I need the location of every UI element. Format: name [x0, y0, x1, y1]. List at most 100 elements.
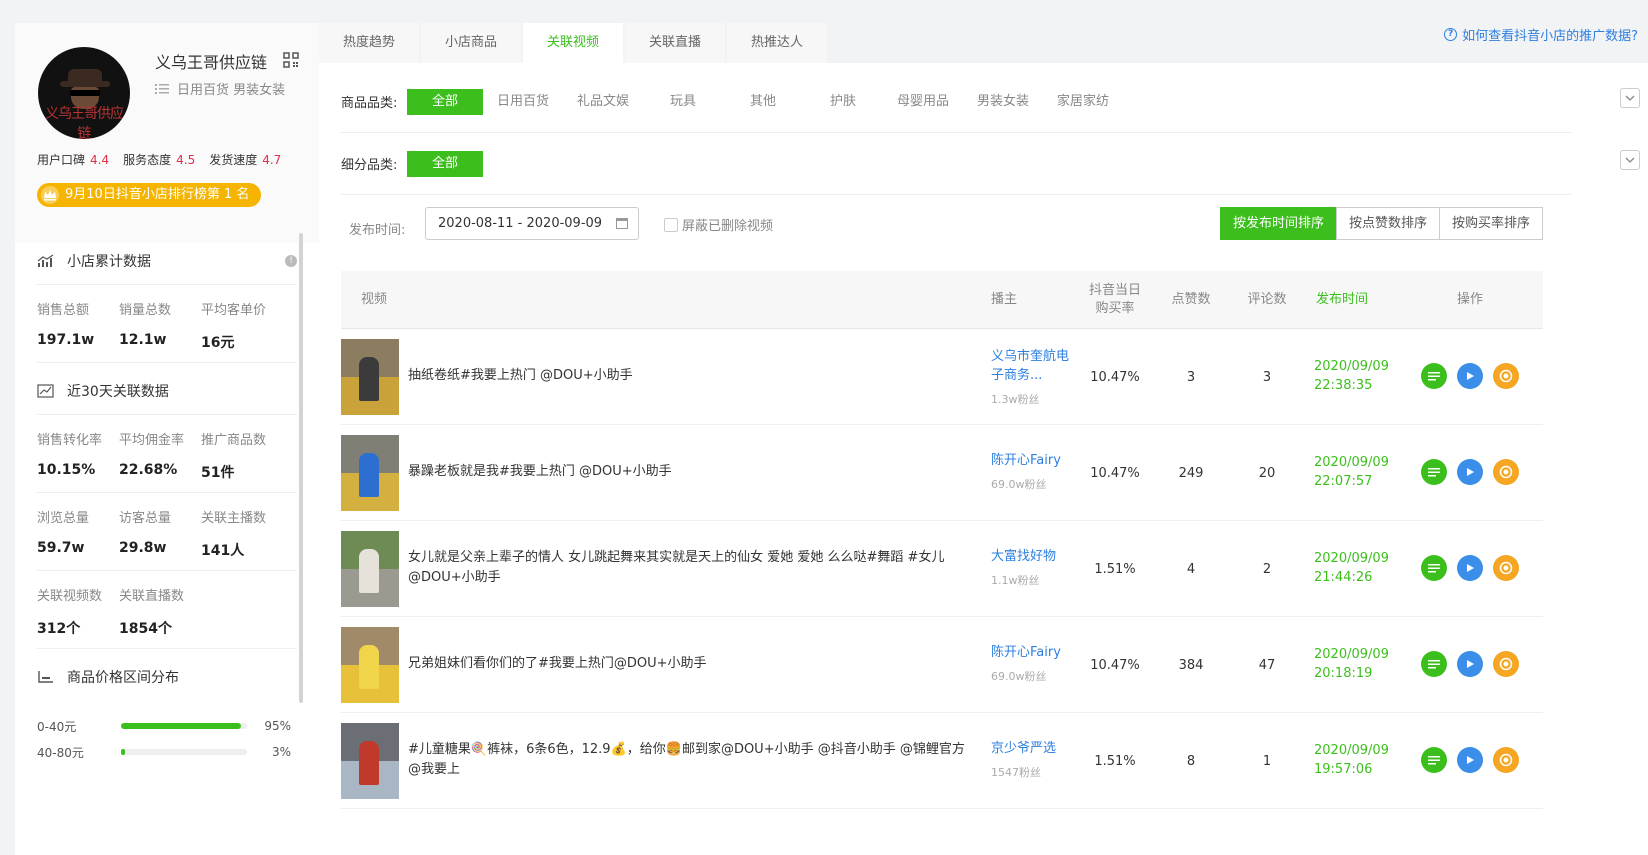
rank-badge[interactable]: 9月10日抖音小店排行榜第 1 名: [37, 183, 262, 207]
sort-buttons: 按发布时间排序 按点赞数排序 按购买率排序: [1219, 207, 1543, 240]
sort-by-likes-button[interactable]: 按点赞数排序: [1335, 207, 1440, 240]
target-button[interactable]: [1493, 747, 1519, 773]
buy-rate: 10.47%: [1090, 369, 1140, 385]
info-icon[interactable]: !: [285, 254, 297, 267]
main-content: 商品品类: 全部 日用百货 礼品文娱 玩具 其他 护肤 母婴用品 男装女装 家居…: [319, 63, 1648, 855]
play-button[interactable]: [1457, 363, 1483, 389]
detail-button[interactable]: [1421, 363, 1447, 389]
stat-cell: 访客总量 29.8w: [119, 511, 172, 556]
recent-stats-row: 关联视频数 312个 关联直播数 1854个: [37, 571, 297, 649]
list-icon: [1428, 756, 1440, 765]
category-filter-label: 商品品类:: [341, 96, 398, 111]
anchor-name[interactable]: 陈开心Fairy: [991, 643, 1081, 662]
video-title[interactable]: #儿童糖果🍭裤袜，6条6色，12.9💰，给你🍔邮到家@DOU+小助手 @抖音小助…: [408, 740, 968, 780]
video-thumbnail[interactable]: [341, 627, 399, 703]
table-row[interactable]: 抽纸卷纸#我要上热门 @DOU+小助手 义乌市奎航电子商务... 1.3w粉丝 1…: [341, 329, 1543, 425]
col-comments[interactable]: 评论数: [1237, 271, 1297, 329]
sort-by-buyrate-button[interactable]: 按购买率排序: [1438, 207, 1543, 240]
detail-button[interactable]: [1421, 651, 1447, 677]
like-count: 249: [1178, 465, 1204, 481]
video-title[interactable]: 暴躁老板就是我#我要上热门 @DOU+小助手: [408, 462, 968, 482]
category-chip[interactable]: 母婴用品: [883, 89, 963, 115]
video-thumbnail[interactable]: [341, 435, 399, 511]
anchor-info: 陈开心Fairy 69.0w粉丝: [991, 643, 1081, 684]
rating-item: 用户口碑 4.4: [37, 153, 110, 167]
table-row[interactable]: 暴躁老板就是我#我要上热门 @DOU+小助手 陈开心Fairy 69.0w粉丝 1…: [341, 425, 1543, 521]
target-button[interactable]: [1493, 459, 1519, 485]
tab-shop-products[interactable]: 小店商品: [421, 23, 521, 63]
category-chip[interactable]: 礼品文娱: [563, 89, 643, 115]
video-thumbnail[interactable]: [341, 723, 399, 799]
like-count: 8: [1186, 753, 1196, 769]
tab-hot-influencers[interactable]: 热推达人: [727, 23, 827, 63]
anchor-name[interactable]: 京少爷严选: [991, 739, 1081, 758]
publish-time: 2020/09/09 21:44:26: [1314, 551, 1389, 585]
col-publish-time[interactable]: 发布时间: [1307, 271, 1377, 329]
subcategory-chip[interactable]: 全部: [407, 150, 483, 177]
date-range-picker[interactable]: 2020-08-11 - 2020-09-09: [425, 207, 639, 240]
list-icon: [1428, 660, 1440, 669]
col-likes[interactable]: 点赞数: [1161, 271, 1221, 329]
category-chip[interactable]: 男装女装: [963, 89, 1043, 115]
anchor-name[interactable]: 义乌市奎航电子商务...: [991, 347, 1081, 385]
play-button[interactable]: [1457, 459, 1483, 485]
comment-count: 47: [1258, 657, 1276, 673]
target-button[interactable]: [1493, 363, 1519, 389]
list-icon: [1428, 564, 1440, 573]
time-filter-row: 发布时间: 2020-08-11 - 2020-09-09 屏蔽已删除视频 按发…: [341, 203, 1543, 253]
video-thumbnail[interactable]: [341, 339, 399, 415]
sort-by-time-button[interactable]: 按发布时间排序: [1219, 207, 1337, 240]
table-row[interactable]: 兄弟姐妹们看你们的了#我要上热门@DOU+小助手 陈开心Fairy 69.0w粉丝…: [341, 617, 1543, 713]
play-button[interactable]: [1457, 651, 1483, 677]
anchor-name[interactable]: 大富找好物: [991, 547, 1081, 566]
expand-category-button[interactable]: [1620, 88, 1640, 108]
detail-button[interactable]: [1421, 555, 1447, 581]
category-chip[interactable]: 护肤: [803, 89, 883, 115]
category-chip[interactable]: 其他: [723, 89, 803, 115]
hide-deleted-toggle[interactable]: 屏蔽已删除视频: [664, 215, 773, 234]
video-title[interactable]: 抽纸卷纸#我要上热门 @DOU+小助手: [408, 366, 968, 386]
price-bar: [121, 749, 247, 755]
stat-cell: 销售转化率 10.15%: [37, 433, 103, 478]
subcategory-filter-label: 细分品类:: [341, 158, 398, 173]
target-button[interactable]: [1493, 555, 1519, 581]
col-operations: 操作: [1456, 292, 1483, 307]
expand-subcategory-button[interactable]: [1620, 150, 1640, 170]
anchor-info: 京少爷严选 1547粉丝: [991, 739, 1081, 780]
row-actions: [1421, 363, 1519, 389]
anchor-name[interactable]: 陈开心Fairy: [991, 451, 1081, 470]
qrcode-icon[interactable]: [283, 52, 299, 68]
table-row[interactable]: #儿童糖果🍭裤袜，6条6色，12.9💰，给你🍔邮到家@DOU+小助手 @抖音小助…: [341, 713, 1543, 809]
col-buy-rate[interactable]: 抖音当日 购买率: [1081, 271, 1149, 329]
category-chip[interactable]: 日用百货: [483, 89, 563, 115]
play-button[interactable]: [1457, 747, 1483, 773]
checkbox[interactable]: [664, 217, 678, 232]
help-link[interactable]: ? 如何查看抖音小店的推广数据?: [1444, 25, 1638, 44]
shop-panel: 义乌王哥供应链 义乌王哥供应链 日用百货 男装女装 用户口碑 4.4 服务态度 4.…: [15, 23, 319, 855]
anchor-fans: 1.3w粉丝: [991, 393, 1040, 406]
table-row[interactable]: 女儿就是父亲上辈子的情人 女儿跳起舞来其实就是天上的仙女 爱她 爱她 么么哒#舞…: [341, 521, 1543, 617]
row-actions: [1421, 651, 1519, 677]
category-chip[interactable]: 玩具: [643, 89, 723, 115]
video-title[interactable]: 兄弟姐妹们看你们的了#我要上热门@DOU+小助手: [408, 654, 968, 674]
video-thumbnail[interactable]: [341, 531, 399, 607]
price-row: 0-40元 95%: [37, 719, 291, 734]
category-chip[interactable]: 家居家纺: [1043, 89, 1123, 115]
detail-button[interactable]: [1421, 459, 1447, 485]
tab-related-videos[interactable]: 关联视频: [523, 23, 623, 63]
publish-time: 2020/09/09 19:57:06: [1314, 743, 1389, 777]
target-icon: [1499, 465, 1513, 479]
play-button[interactable]: [1457, 555, 1483, 581]
stat-cell: 平均客单价 16元: [201, 303, 267, 351]
stat-cell: 关联视频数 312个: [37, 589, 103, 637]
comment-count: 3: [1262, 369, 1272, 385]
anchor-fans: 69.0w粉丝: [991, 670, 1047, 683]
category-chip[interactable]: 全部: [407, 88, 483, 115]
tab-heat-trend[interactable]: 热度趋势: [319, 23, 419, 63]
tab-related-live[interactable]: 关联直播: [625, 23, 725, 63]
detail-button[interactable]: [1421, 747, 1447, 773]
video-title[interactable]: 女儿就是父亲上辈子的情人 女儿跳起舞来其实就是天上的仙女 爱她 爱她 么么哒#舞…: [408, 548, 968, 588]
row-actions: [1421, 555, 1519, 581]
trend-icon: [37, 383, 54, 398]
target-button[interactable]: [1493, 651, 1519, 677]
